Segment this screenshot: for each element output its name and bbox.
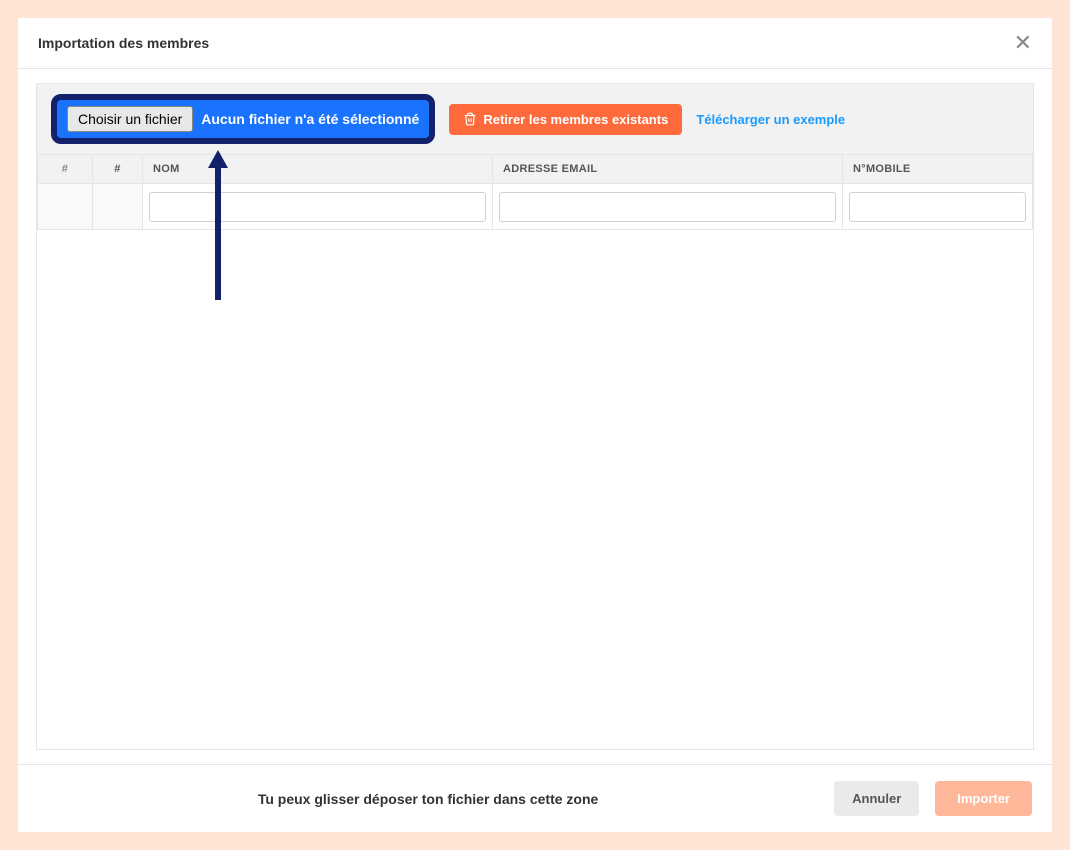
close-icon: ✕ [1014, 30, 1032, 55]
col-check: # [93, 155, 143, 184]
col-mobile: N°MOBILE [843, 155, 1033, 184]
mobile-input[interactable] [849, 192, 1026, 222]
choose-file-button[interactable]: Choisir un fichier [67, 106, 193, 132]
col-name: NOM [143, 155, 493, 184]
modal-footer: Tu peux glisser déposer ton fichier dans… [18, 764, 1052, 832]
cell-row-number [38, 184, 93, 230]
file-status-text: Aucun fichier n'a été sélectionné [201, 111, 419, 127]
modal-header: Importation des membres ✕ [18, 18, 1052, 69]
import-members-modal: Importation des membres ✕ Choisir un fic… [18, 18, 1052, 832]
import-button[interactable]: Importer [935, 781, 1032, 816]
close-button[interactable]: ✕ [1014, 32, 1032, 54]
cell-check [93, 184, 143, 230]
members-table: # # NOM ADRESSE EMAIL N°MOBILE [37, 154, 1033, 230]
cell-mobile [843, 184, 1033, 230]
col-email: ADRESSE EMAIL [493, 155, 843, 184]
cancel-button[interactable]: Annuler [834, 781, 919, 816]
download-example-link[interactable]: Télécharger un exemple [696, 112, 845, 127]
table-area: # # NOM ADRESSE EMAIL N°MOBILE [36, 154, 1034, 750]
table-header-row: # # NOM ADRESSE EMAIL N°MOBILE [38, 155, 1033, 184]
cell-email [493, 184, 843, 230]
modal-title: Importation des membres [38, 35, 209, 51]
table-row [38, 184, 1033, 230]
footer-hint: Tu peux glisser déposer ton fichier dans… [38, 791, 818, 807]
remove-existing-members-button[interactable]: Retirer les membres existants [449, 104, 682, 135]
modal-body: Choisir un fichier Aucun fichier n'a été… [18, 69, 1052, 764]
col-row-number: # [38, 155, 93, 184]
toolbar: Choisir un fichier Aucun fichier n'a été… [36, 83, 1034, 154]
remove-button-label: Retirer les membres existants [483, 112, 668, 127]
cell-name [143, 184, 493, 230]
trash-icon [463, 112, 477, 126]
file-picker-highlight: Choisir un fichier Aucun fichier n'a été… [51, 94, 435, 144]
email-input[interactable] [499, 192, 836, 222]
name-input[interactable] [149, 192, 486, 222]
